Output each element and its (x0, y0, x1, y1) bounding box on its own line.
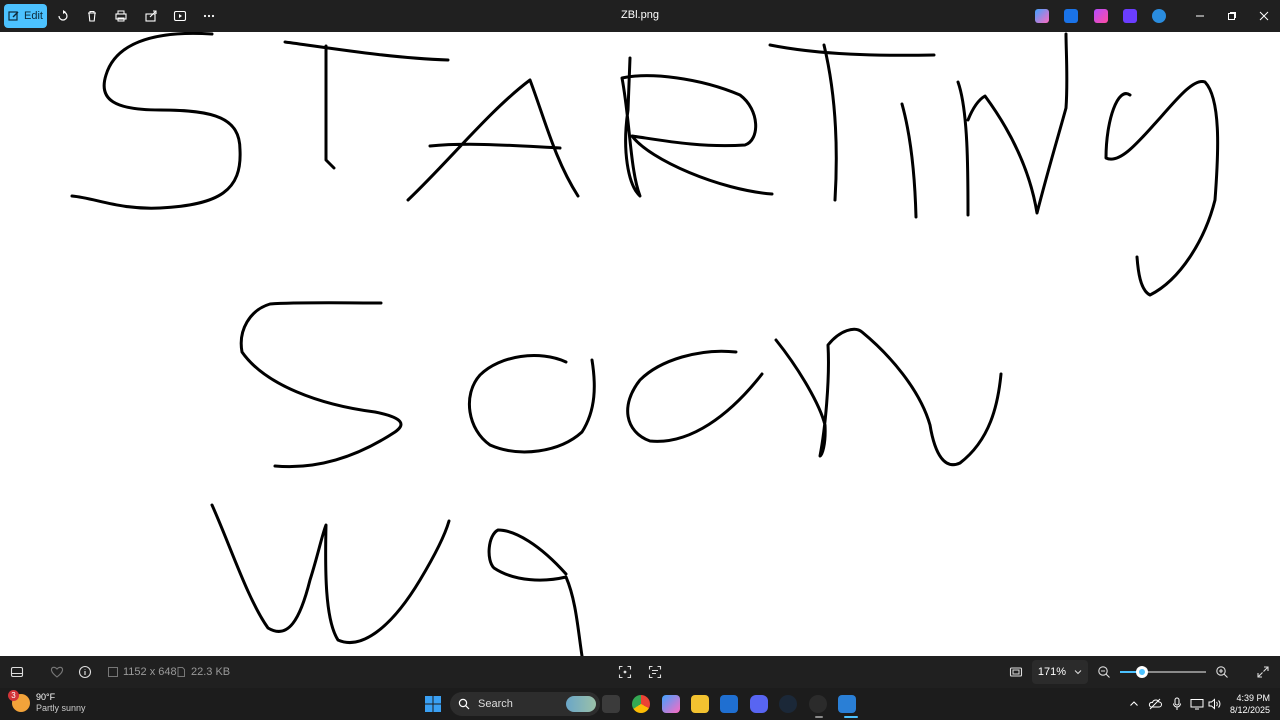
onedrive-icon[interactable] (1152, 9, 1166, 23)
status-bar: 1152 x 648 22.3 KB 171% (0, 656, 1280, 688)
stroke-letter-n2 (774, 327, 1003, 467)
stroke-letter-t (283, 40, 450, 170)
clock-date: 8/12/2025 (1229, 705, 1270, 715)
close-icon[interactable] (1254, 6, 1274, 26)
weather-description: Partly sunny (36, 703, 86, 713)
favorite-icon[interactable] (50, 664, 64, 680)
file-size: 22.3 KB (175, 664, 230, 680)
weather-widget[interactable]: 3 90°F Partly sunny (8, 690, 86, 714)
stroke-letter-g2 (487, 528, 584, 656)
designer-icon[interactable] (1123, 9, 1137, 23)
clipchamp-icon[interactable] (1094, 9, 1108, 23)
dimensions-value: 1152 x 648 (123, 666, 177, 678)
slideshow-icon[interactable] (172, 8, 188, 24)
stroke-letter-r (620, 56, 774, 198)
search-icon (458, 698, 470, 710)
scan-text-icon[interactable] (648, 664, 662, 680)
restore-icon[interactable] (1222, 6, 1242, 26)
image-dimensions: 1152 x 648 (107, 664, 177, 680)
discord-icon[interactable] (750, 695, 768, 713)
share-icon[interactable] (143, 8, 159, 24)
store-icon[interactable] (720, 695, 738, 713)
stroke-letter-o2 (626, 349, 764, 443)
image-canvas[interactable] (0, 32, 1280, 656)
copilot-icon[interactable] (1035, 9, 1049, 23)
weather-sun-icon: 3 (8, 690, 30, 712)
dimensions-icon (107, 666, 119, 678)
zoom-dropdown[interactable]: 171% (1032, 660, 1088, 684)
zoom-in-icon[interactable] (1215, 664, 1229, 680)
actual-size-icon[interactable] (618, 664, 632, 680)
volume-icon[interactable] (1208, 696, 1222, 712)
window-title: ZBl.png (621, 9, 659, 21)
handwritten-drawing (70, 32, 1220, 656)
microphone-icon[interactable] (1170, 696, 1184, 712)
chevron-down-icon (1074, 668, 1082, 676)
fullscreen-icon[interactable] (1256, 664, 1270, 680)
print-icon[interactable] (113, 8, 129, 24)
clock-time: 4:39 PM (1236, 693, 1270, 703)
title-bar: Edit ZBl.png (0, 0, 1280, 32)
steam-icon[interactable] (779, 695, 797, 713)
file-size-icon (175, 666, 187, 678)
stroke-letter-a (406, 78, 580, 202)
zoom-slider[interactable] (1120, 666, 1206, 678)
zoom-out-icon[interactable] (1097, 664, 1111, 680)
stroke-letter-n (956, 32, 1069, 217)
edit-button[interactable]: Edit (4, 4, 47, 28)
stroke-letter-s (70, 32, 242, 210)
chrome-icon[interactable] (632, 695, 650, 713)
minimize-icon[interactable] (1190, 6, 1210, 26)
stroke-letter-o (467, 354, 596, 454)
chevron-up-icon[interactable] (1127, 696, 1141, 712)
clock[interactable]: 4:39 PM 8/12/2025 (1222, 692, 1270, 716)
paint-icon[interactable] (1064, 9, 1078, 23)
copilot-taskbar-icon[interactable] (662, 695, 680, 713)
taskbar: 3 90°F Partly sunny Search 4:39 PM 8/12/… (0, 688, 1280, 720)
notification-badge: 3 (8, 690, 19, 701)
file-size-value: 22.3 KB (191, 666, 231, 678)
more-icon[interactable] (201, 8, 217, 24)
start-icon[interactable] (424, 695, 442, 713)
stroke-letter-i (900, 102, 918, 219)
task-view-icon[interactable] (602, 695, 620, 713)
search-placeholder: Search (478, 698, 513, 710)
photos-icon[interactable] (838, 695, 856, 713)
taskbar-search[interactable]: Search (450, 692, 600, 716)
edit-label: Edit (24, 10, 43, 22)
zoom-slider-thumb[interactable] (1135, 666, 1148, 678)
stroke-letter-t2 (768, 43, 936, 202)
fit-to-window-icon[interactable] (1009, 664, 1023, 680)
obs-icon[interactable] (809, 695, 827, 713)
stroke-letter-g (1104, 79, 1220, 297)
file-explorer-icon[interactable] (691, 695, 709, 713)
weather-temperature: 90°F (36, 692, 56, 702)
edit-icon (8, 10, 20, 22)
network-icon[interactable] (1190, 696, 1204, 712)
rotate-icon[interactable] (55, 8, 71, 24)
running-indicator (815, 716, 823, 718)
search-highlight-icon (566, 696, 596, 712)
onedrive-tray-icon[interactable] (1148, 696, 1162, 712)
stroke-letter-w (210, 503, 451, 644)
zoom-value: 171% (1037, 666, 1067, 678)
delete-icon[interactable] (84, 8, 100, 24)
stroke-letter-s2 (239, 301, 403, 469)
active-indicator (844, 716, 858, 718)
filmstrip-toggle-icon[interactable] (10, 664, 24, 680)
info-icon[interactable] (78, 664, 92, 680)
